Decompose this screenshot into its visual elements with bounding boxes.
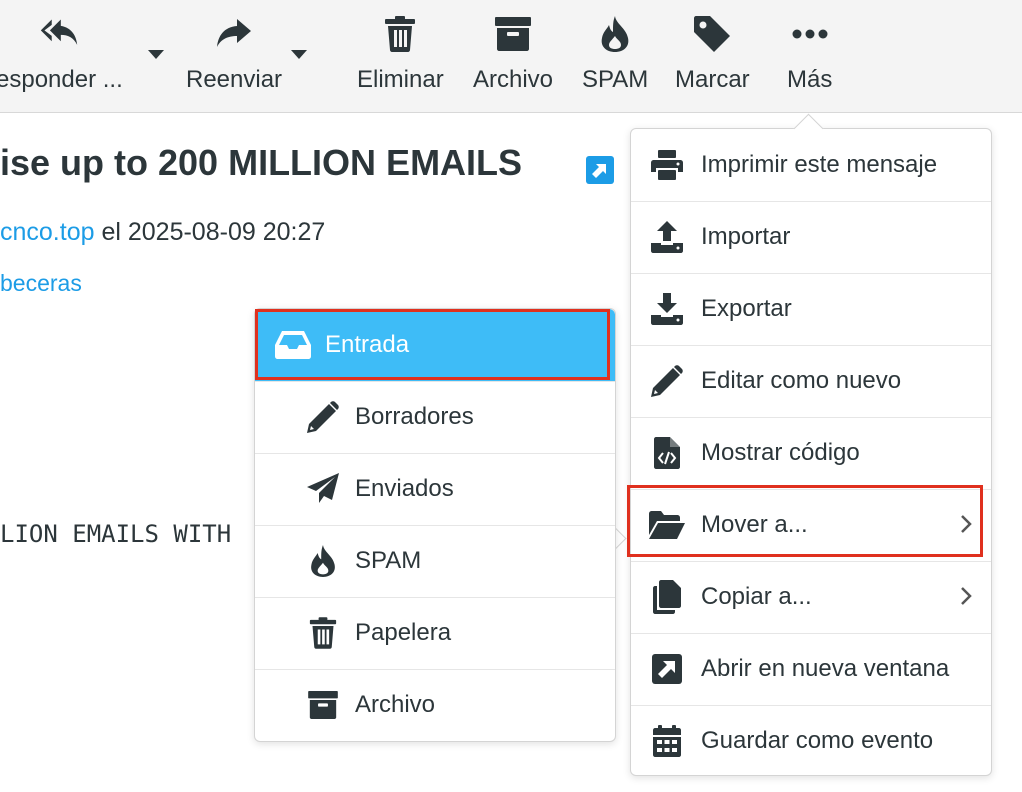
message-body-text: LION EMAILS WITH <box>0 520 232 548</box>
calendar-icon <box>649 723 685 759</box>
delete-label: Eliminar <box>357 66 444 93</box>
download-icon <box>649 291 685 327</box>
menu-item-move-to[interactable]: Mover a... <box>631 489 991 561</box>
menu-item-import[interactable]: Importar <box>631 201 991 273</box>
mark-button[interactable]: Marcar <box>675 14 750 100</box>
folder-item-spam[interactable]: SPAM <box>255 525 615 597</box>
archive-icon <box>493 14 533 54</box>
reply-dropdown-caret[interactable] <box>148 50 164 59</box>
message-date: el 2025-08-09 20:27 <box>94 218 326 246</box>
printer-icon <box>649 147 685 183</box>
menu-item-label: Mostrar código <box>701 439 860 466</box>
message-from-line: cnco.top el 2025-08-09 20:27 <box>0 218 325 247</box>
folder-item-papelera[interactable]: Papelera <box>255 597 615 669</box>
archive-icon <box>305 687 341 723</box>
folder-item-enviados[interactable]: Enviados <box>255 453 615 525</box>
reply-all-icon <box>39 14 79 54</box>
folder-open-icon <box>649 507 685 543</box>
open-external-icon[interactable] <box>586 156 614 184</box>
folder-item-label: Archivo <box>355 691 436 718</box>
forward-label: Reenviar <box>186 66 283 93</box>
more-label: Más <box>787 66 833 93</box>
spam-button[interactable]: SPAM <box>582 14 648 100</box>
folder-item-label: Borradores <box>355 403 474 430</box>
mark-label: Marcar <box>675 66 750 93</box>
folder-submenu: Entrada Borradores Enviados SPAM Papeler… <box>254 308 616 742</box>
menu-item-label: Mover a... <box>701 511 808 538</box>
chevron-right-icon <box>959 585 973 612</box>
forward-icon <box>214 14 254 54</box>
menu-item-label: Guardar como evento <box>701 727 934 754</box>
reply-all-button[interactable]: esponder ... <box>0 14 123 100</box>
folder-item-label: Papelera <box>355 619 452 646</box>
menu-item-label: Importar <box>701 223 791 250</box>
tag-icon <box>692 14 732 54</box>
menu-item-save-event[interactable]: Guardar como evento <box>631 705 991 777</box>
menu-item-label: Abrir en nueva ventana <box>701 655 950 682</box>
pencil-icon <box>649 363 685 399</box>
reply-all-label: esponder ... <box>0 66 123 93</box>
fire-icon <box>305 543 341 579</box>
forward-button[interactable]: Reenviar <box>186 14 282 100</box>
forward-dropdown-caret[interactable] <box>291 50 307 59</box>
menu-item-label: Exportar <box>701 295 792 322</box>
sender-address-link[interactable]: cnco.top <box>0 218 95 246</box>
message-toolbar: esponder ... Reenviar Eliminar Archivo S… <box>0 0 1022 113</box>
file-code-icon <box>649 435 685 471</box>
menu-item-label: Imprimir este mensaje <box>701 151 938 178</box>
menu-item-export[interactable]: Exportar <box>631 273 991 345</box>
folder-item-label: SPAM <box>355 547 422 574</box>
delete-button[interactable]: Eliminar <box>357 14 444 100</box>
chevron-right-icon <box>959 513 973 540</box>
menu-item-copy-to[interactable]: Copiar a... <box>631 561 991 633</box>
folder-item-borradores[interactable]: Borradores <box>255 381 615 453</box>
copy-icon <box>649 579 685 615</box>
message-subject: ise up to 200 MILLION EMAILS <box>0 142 523 183</box>
archive-label: Archivo <box>473 66 554 93</box>
menu-item-edit-as-new[interactable]: Editar como nuevo <box>631 345 991 417</box>
trash-icon <box>305 615 341 651</box>
external-link-icon <box>649 651 685 687</box>
spam-label: SPAM <box>582 66 649 93</box>
menu-item-label: Copiar a... <box>701 583 812 610</box>
menu-item-label: Editar como nuevo <box>701 367 902 394</box>
menu-item-show-source[interactable]: Mostrar código <box>631 417 991 489</box>
trash-icon <box>380 14 420 54</box>
inbox-icon <box>275 327 311 363</box>
more-menu: Imprimir este mensaje Importar Exportar … <box>630 128 992 776</box>
paper-plane-icon <box>305 471 341 507</box>
more-button[interactable]: Más <box>787 14 832 100</box>
folder-item-label: Enviados <box>355 475 454 502</box>
upload-icon <box>649 219 685 255</box>
folder-item-archivo[interactable]: Archivo <box>255 669 615 741</box>
folder-item-entrada[interactable]: Entrada <box>255 309 615 381</box>
folder-item-label: Entrada <box>325 331 410 358</box>
ellipsis-icon <box>790 14 830 54</box>
menu-item-open-new-window[interactable]: Abrir en nueva ventana <box>631 633 991 705</box>
pencil-icon <box>305 399 341 435</box>
fire-icon <box>595 14 635 54</box>
archive-button[interactable]: Archivo <box>473 14 553 100</box>
headers-link[interactable]: beceras <box>0 270 82 297</box>
